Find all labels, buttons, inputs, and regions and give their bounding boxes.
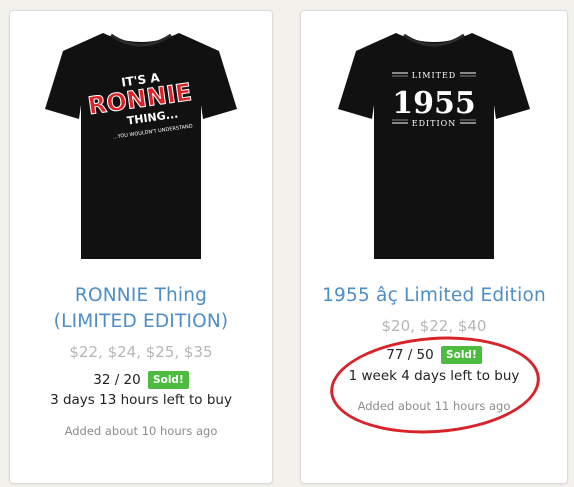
- shirt-print-year: 1955: [392, 86, 476, 121]
- product-title[interactable]: 1955 âç Limited Edition: [301, 283, 567, 308]
- sold-badge: Sold!: [148, 371, 189, 389]
- product-title-line2[interactable]: (LIMITED EDITION): [10, 309, 272, 334]
- shirt-print-bottom: EDITION: [412, 119, 456, 128]
- product-card-ronnie[interactable]: IT'S A RONNIE THING... ...YOU WOULDN'T U…: [9, 10, 273, 484]
- added-timestamp: Added about 10 hours ago: [64, 424, 218, 438]
- product-image[interactable]: IT'S A RONNIE THING... ...YOU WOULDN'T U…: [10, 11, 272, 273]
- time-left: 3 days 13 hours left to buy: [50, 392, 232, 408]
- product-price: $20, $22, $40: [381, 317, 487, 335]
- tshirt-image: IT'S A RONNIE THING... ...YOU WOULDN'T U…: [45, 33, 237, 259]
- sold-row: 32 / 20 Sold!: [10, 370, 272, 390]
- sold-count: 32 / 20: [93, 372, 141, 388]
- product-price: $22, $24, $25, $35: [69, 343, 213, 361]
- tshirt-image: LIMITED 1955 EDITION: [338, 33, 530, 259]
- product-title-line1[interactable]: RONNIE Thing: [10, 283, 272, 308]
- shirt-print-top: LIMITED: [412, 71, 456, 80]
- product-image[interactable]: LIMITED 1955 EDITION: [301, 11, 567, 273]
